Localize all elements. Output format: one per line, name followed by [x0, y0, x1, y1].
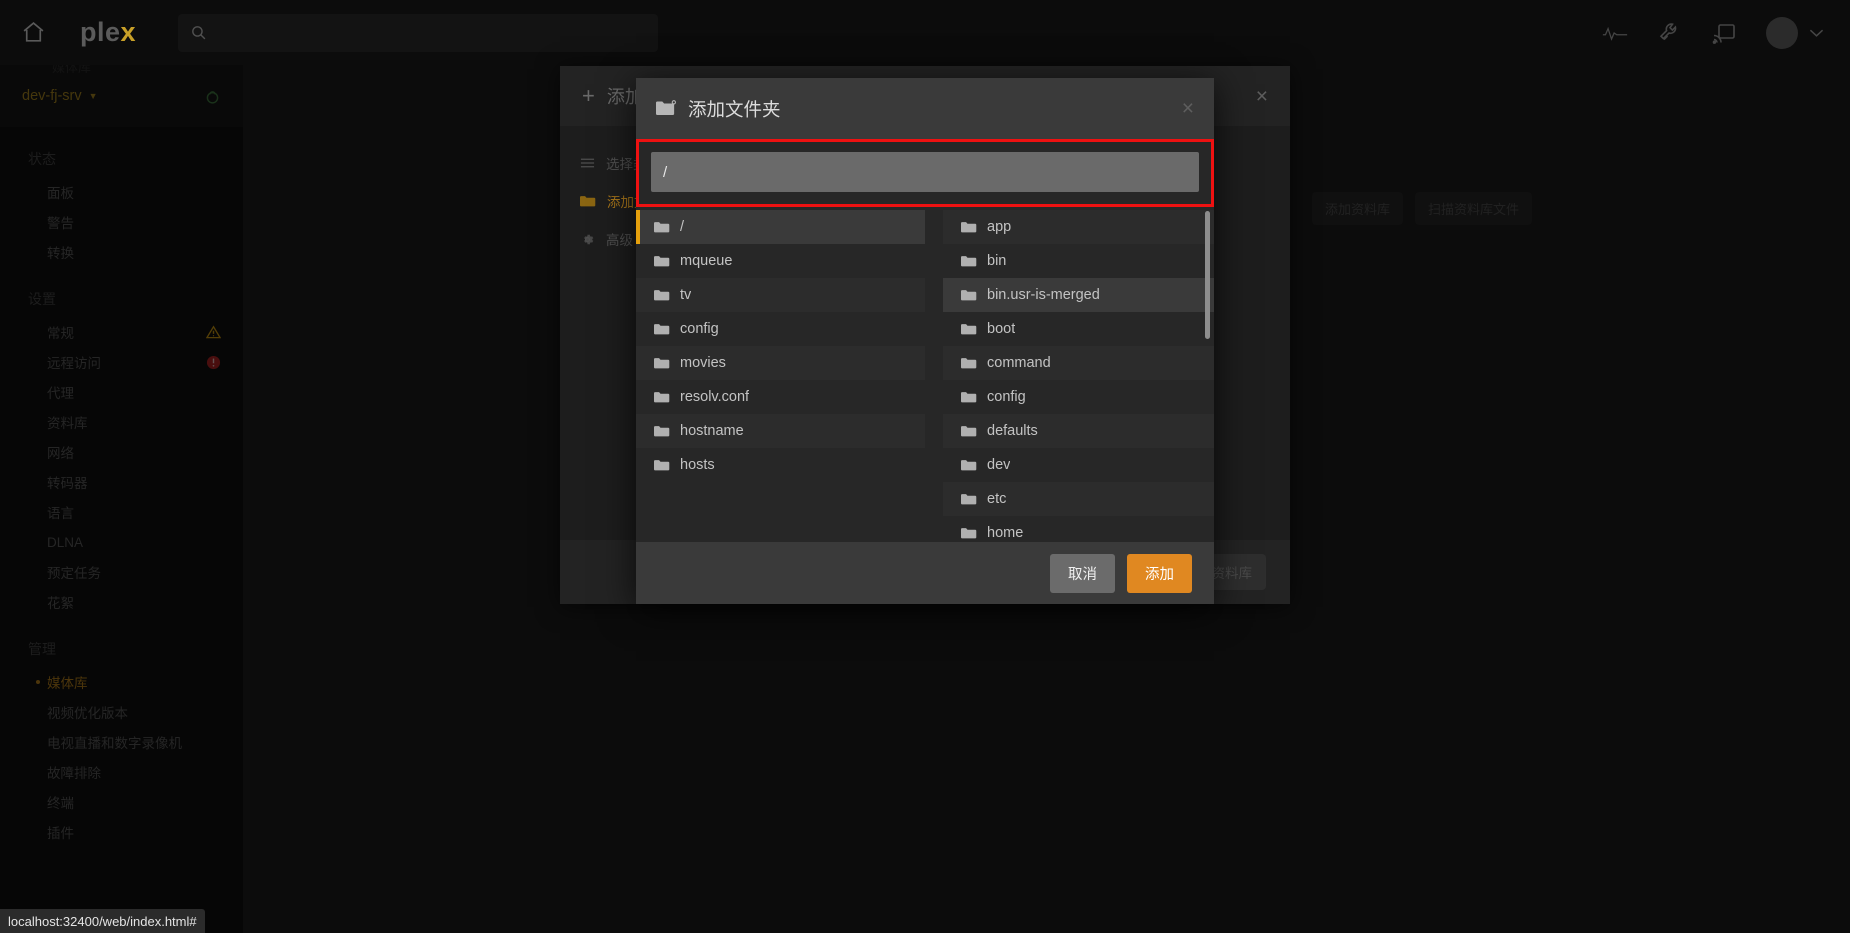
activity-pulse-icon[interactable]	[1602, 22, 1628, 44]
folder-icon	[654, 391, 670, 404]
folder-row[interactable]: hostname	[636, 414, 925, 448]
folder-row[interactable]: tv	[636, 278, 925, 312]
folder-row[interactable]: home	[943, 516, 1214, 542]
folder-icon	[654, 323, 670, 336]
search-bar[interactable]	[178, 13, 659, 52]
folder-row[interactable]: bin	[943, 244, 1214, 278]
folder-icon	[961, 391, 977, 404]
folder-row[interactable]: command	[943, 346, 1214, 380]
add-folder-dialog-title: 添加文件夹	[656, 96, 781, 122]
folder-name: hosts	[680, 457, 715, 473]
folder-name: etc	[987, 491, 1007, 507]
folder-name: tv	[680, 287, 692, 303]
folder-row[interactable]: bin.usr-is-merged	[943, 278, 1214, 312]
search-icon	[190, 24, 207, 41]
folder-icon	[654, 289, 670, 302]
top-right-actions	[1602, 16, 1850, 49]
folder-icon	[654, 459, 670, 472]
path-input-highlight	[636, 139, 1214, 207]
folder-row[interactable]: /	[636, 210, 925, 244]
avatar	[1766, 16, 1798, 49]
add-library-modal-title: + 添加	[582, 83, 643, 109]
add-folder-dialog-footer: 取消 添加	[636, 542, 1214, 604]
cast-icon[interactable]	[1712, 22, 1736, 44]
folder-name: resolv.conf	[680, 389, 750, 405]
folder-add-icon	[656, 100, 677, 117]
folder-name: dev	[987, 457, 1011, 473]
chevron-down-icon	[1809, 28, 1824, 38]
search-input[interactable]	[217, 24, 647, 41]
folder-icon	[961, 255, 977, 268]
folder-name: command	[987, 355, 1051, 371]
home-button[interactable]	[0, 0, 66, 65]
folder-icon	[961, 289, 977, 302]
folder-row[interactable]: defaults	[943, 414, 1214, 448]
folder-name: mqueue	[680, 253, 733, 269]
folder-name: bin.usr-is-merged	[987, 287, 1100, 303]
folder-row[interactable]: movies	[636, 346, 925, 380]
folder-name: config	[680, 321, 719, 337]
folder-row[interactable]: boot	[943, 312, 1214, 346]
folder-browser-columns: / mqueue tv config movies resolv.conf hostname…	[636, 207, 1214, 542]
modal-step-label: 高级	[606, 233, 633, 248]
add-button[interactable]: 添加	[1127, 553, 1192, 593]
folder-row[interactable]: dev	[943, 448, 1214, 482]
folder-row[interactable]: etc	[943, 482, 1214, 516]
folder-icon	[654, 255, 670, 268]
close-icon[interactable]: ×	[1256, 86, 1268, 107]
folder-icon	[961, 459, 977, 472]
folder-name: app	[987, 219, 1012, 235]
add-folder-dialog-body: / mqueue tv config movies resolv.conf hostname…	[636, 139, 1214, 542]
folder-icon	[654, 221, 670, 234]
wrench-icon[interactable]	[1658, 21, 1682, 45]
folder-name: /	[680, 219, 685, 235]
folder-icon	[580, 195, 596, 208]
folder-icon	[961, 493, 977, 506]
folder-name: movies	[680, 355, 726, 371]
logo-accent: x	[120, 17, 137, 47]
add-folder-dialog-header: 添加文件夹 ×	[636, 78, 1214, 139]
add-folder-dialog: 添加文件夹 × / mqueue tv config movies resolv.conf…	[636, 78, 1214, 604]
plus-icon: +	[582, 83, 595, 108]
status-bar-url: localhost:32400/web/index.html#	[8, 913, 197, 929]
folder-icon	[654, 357, 670, 370]
folder-icon	[961, 425, 977, 438]
folder-name: defaults	[987, 423, 1038, 439]
folder-name: home	[987, 525, 1024, 541]
folder-icon	[961, 323, 977, 336]
vertical-scrollbar[interactable]	[1205, 211, 1210, 339]
folder-column-left: / mqueue tv config movies resolv.conf hostname…	[636, 207, 925, 542]
folder-row[interactable]: hosts	[636, 448, 925, 482]
gear-icon	[580, 232, 595, 247]
cancel-button[interactable]: 取消	[1050, 553, 1115, 593]
folder-name: config	[987, 389, 1026, 405]
folder-row[interactable]: config	[943, 380, 1214, 414]
app-root: ple x + 添加 × 选择类 添加文 高级 资料库 添加文件夹 × / / …	[0, 0, 1850, 933]
folder-icon	[961, 357, 977, 370]
folder-name: bin	[987, 253, 1007, 269]
folder-column-right: app bin bin.usr-is-merged boot command config…	[925, 207, 1214, 542]
plex-logo[interactable]: ple x	[80, 17, 136, 48]
folder-row[interactable]: mqueue	[636, 244, 925, 278]
folder-icon	[961, 527, 977, 540]
folder-path-input[interactable]	[651, 152, 1199, 192]
folder-row[interactable]: config	[636, 312, 925, 346]
home-icon	[23, 22, 43, 42]
user-menu[interactable]	[1766, 16, 1824, 49]
folder-row[interactable]: resolv.conf	[636, 380, 925, 414]
browser-status-bar: localhost:32400/web/index.html#	[0, 909, 205, 933]
folder-icon	[654, 425, 670, 438]
folder-name: hostname	[680, 423, 744, 439]
logo-text: ple	[80, 17, 121, 47]
list-icon	[580, 157, 595, 169]
folder-row[interactable]: app	[943, 210, 1214, 244]
add-folder-dialog-title-text: 添加文件夹	[688, 98, 781, 120]
folder-icon	[961, 221, 977, 234]
folder-name: boot	[987, 321, 1016, 337]
top-navigation-bar: ple x	[0, 0, 1850, 65]
close-icon[interactable]: ×	[1182, 98, 1194, 119]
